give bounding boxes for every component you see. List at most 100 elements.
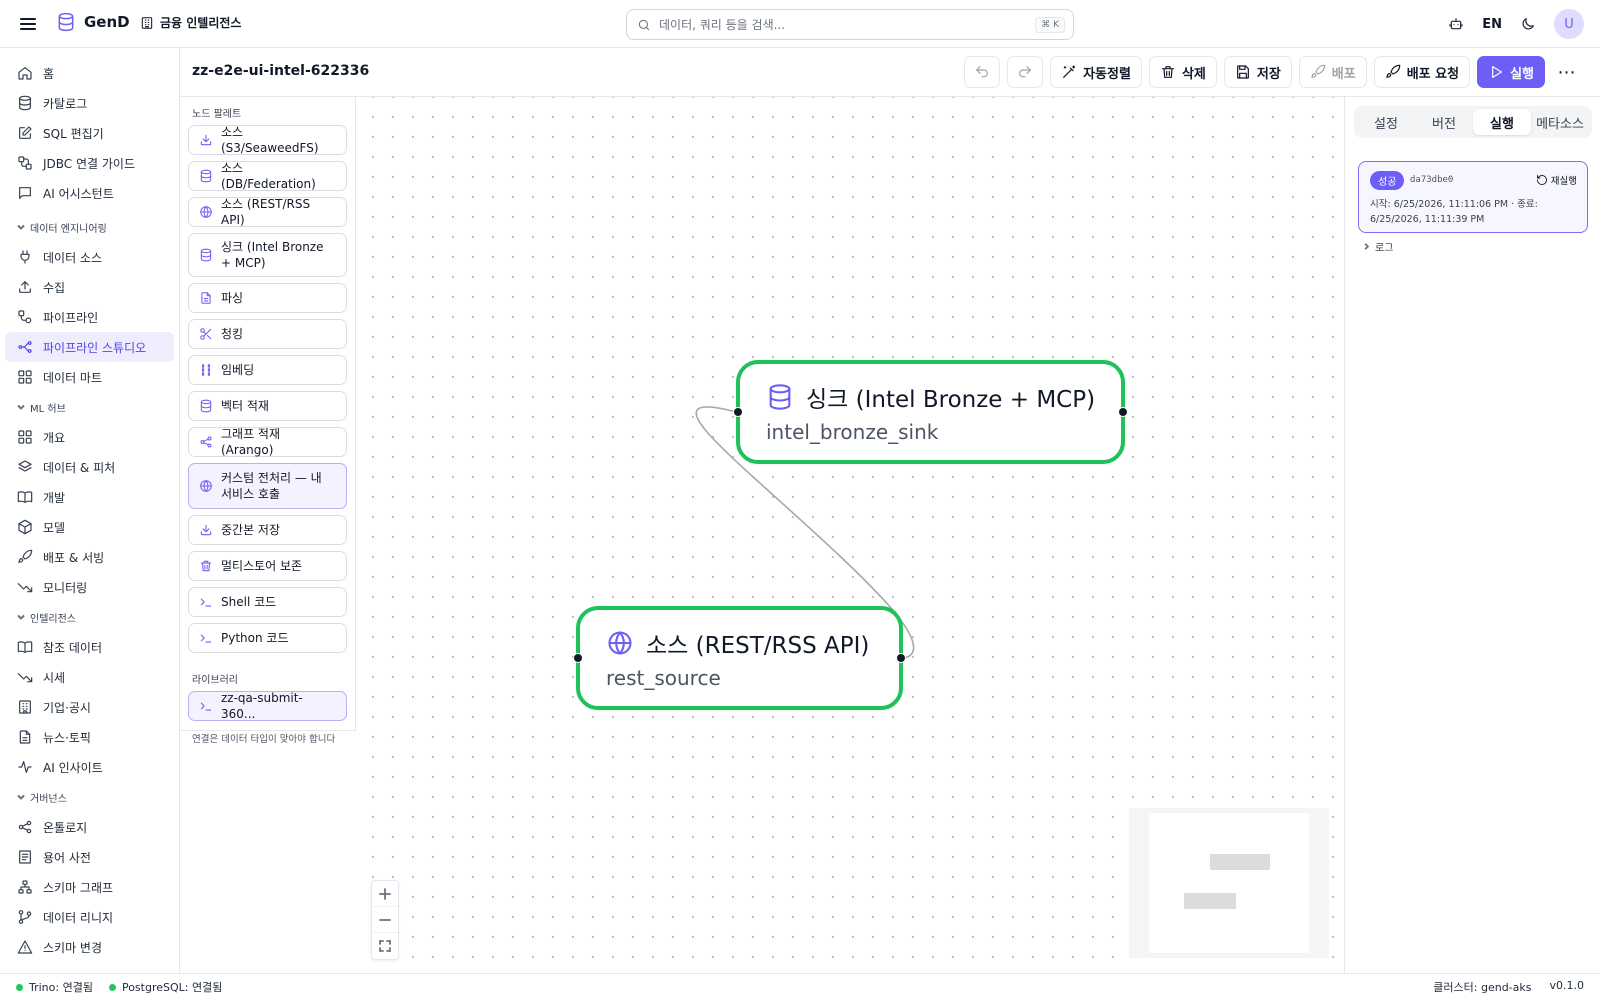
- button-label: 배포: [1331, 66, 1356, 82]
- avatar[interactable]: U: [1554, 9, 1584, 39]
- sidebar-item-sql-editor[interactable]: SQL 편집기: [5, 118, 174, 148]
- palette-item-source-rest[interactable]: 소스 (REST/RSS API): [188, 197, 347, 227]
- node-palette: 노드 팔레트 소스 (S3/SeaweedFS) 소스 (DB/Federati…: [180, 97, 356, 745]
- tab-settings[interactable]: 설정: [1357, 109, 1415, 135]
- palette-item-source-s3[interactable]: 소스 (S3/SeaweedFS): [188, 125, 347, 155]
- undo-button[interactable]: [964, 56, 1001, 88]
- sidebar-item-news-topics[interactable]: 뉴스·토픽: [5, 722, 174, 752]
- sidebar-item-home[interactable]: 홈: [5, 58, 174, 88]
- sidebar-item-companies[interactable]: 기업·공시: [5, 692, 174, 722]
- status-badge: 성공: [1370, 171, 1405, 190]
- sidebar-item-label: 용어 사전: [43, 850, 91, 865]
- sidebar-item-ai-insights[interactable]: AI 인사이트: [5, 752, 174, 782]
- sidebar-item-pipeline-studio[interactable]: 파이프라인 스튜디오: [5, 332, 174, 362]
- sidebar-item-jdbc-guide[interactable]: JDBC 연결 가이드: [5, 148, 174, 178]
- palette-item-python-code[interactable]: Python 코드: [188, 623, 347, 653]
- sidebar-section-ml-hub[interactable]: ML 허브: [0, 392, 179, 422]
- palette-item-sink-intel[interactable]: 싱크 (Intel Bronze + MCP): [188, 233, 347, 277]
- palette-item-chunking[interactable]: 청킹: [188, 319, 347, 349]
- search-input[interactable]: [659, 17, 1036, 32]
- sidebar-item-label: 참조 데이터: [43, 640, 103, 655]
- sidebar-section-governance[interactable]: 거버넌스: [0, 782, 179, 812]
- sidebar-item-glossary[interactable]: 용어 사전: [5, 842, 174, 872]
- input-handle[interactable]: [573, 653, 583, 663]
- palette-item-vector-load[interactable]: 벡터 적재: [188, 391, 347, 421]
- rerun-button[interactable]: 재실행: [1536, 173, 1577, 187]
- sidebar-item-ontology[interactable]: 온톨로지: [5, 812, 174, 842]
- delete-button[interactable]: 삭제: [1148, 56, 1217, 88]
- zoom-in-button[interactable]: [372, 881, 398, 907]
- link-icon: [17, 155, 33, 171]
- palette-item-multistore-retention[interactable]: 멀티스토어 보존: [188, 551, 347, 581]
- database-icon: [199, 399, 213, 413]
- redo-button[interactable]: [1007, 56, 1044, 88]
- menu-icon[interactable]: [18, 14, 38, 34]
- tab-runs[interactable]: 실행: [1473, 109, 1531, 135]
- palette-item-custom-preprocess[interactable]: 커스텀 전처리 — 내 서비스 호출: [188, 463, 347, 509]
- sidebar-item-deploy-serving[interactable]: 배포 & 서빙: [5, 542, 174, 572]
- sidebar-item-data-lineage[interactable]: 데이터 리니지: [5, 902, 174, 932]
- section-title: ML 허브: [30, 403, 66, 415]
- sidebar-item-schema-graph[interactable]: 스키마 그래프: [5, 872, 174, 902]
- input-handle[interactable]: [733, 407, 743, 417]
- bot-icon[interactable]: [1448, 16, 1464, 32]
- sidebar-item-catalog[interactable]: 카탈로그: [5, 88, 174, 118]
- moon-icon[interactable]: [1520, 16, 1536, 32]
- pipeline-canvas[interactable]: 싱크 (Intel Bronze + MCP) intel_bronze_sin…: [357, 97, 1344, 973]
- sidebar-item-data-sources[interactable]: 데이터 소스: [5, 242, 174, 272]
- sidebar-item-schema-changes[interactable]: 스키마 변경: [5, 932, 174, 962]
- section-title: 데이터 엔지니어링: [30, 223, 107, 235]
- autolayout-button[interactable]: 자동정렬: [1050, 56, 1142, 88]
- palette-item-source-db[interactable]: 소스 (DB/Federation): [188, 161, 347, 191]
- chevron-down-icon: [16, 612, 26, 622]
- sidebar-item-label: 온톨로지: [43, 820, 88, 835]
- global-search[interactable]: ⌘ K: [626, 9, 1074, 40]
- language-toggle[interactable]: EN: [1482, 17, 1502, 32]
- sidebar-item-models[interactable]: 모델: [5, 512, 174, 542]
- run-button[interactable]: 실행: [1477, 56, 1545, 88]
- minimap[interactable]: [1129, 808, 1329, 958]
- palette-item-graph-load[interactable]: 그래프 적재 (Arango): [188, 427, 347, 457]
- scissors-icon: [199, 327, 213, 341]
- library-item[interactable]: zz-qa-submit-360...: [188, 691, 347, 721]
- sidebar-item-data-mart[interactable]: 데이터 마트: [5, 362, 174, 392]
- output-handle[interactable]: [1118, 407, 1128, 417]
- tab-meta-sources[interactable]: 메타소스: [1531, 109, 1589, 135]
- minimap-node: [1184, 893, 1236, 909]
- palette-item-parsing[interactable]: 파싱: [188, 283, 347, 313]
- redo-icon: [1017, 64, 1033, 80]
- output-handle[interactable]: [896, 653, 906, 663]
- deploy-button[interactable]: 배포: [1298, 56, 1367, 88]
- node-rest-source[interactable]: 소스 (REST/RSS API) rest_source: [573, 606, 906, 710]
- node-intel-bronze-sink[interactable]: 싱크 (Intel Bronze + MCP) intel_bronze_sin…: [733, 360, 1128, 464]
- sidebar-item-overview[interactable]: 개요: [5, 422, 174, 452]
- sidebar-item-label: 모델: [43, 520, 66, 535]
- palette-item-label: 싱크 (Intel Bronze + MCP): [221, 240, 324, 270]
- zoom-out-button[interactable]: [372, 907, 398, 933]
- sidebar-section-intelligence[interactable]: 인텔리전스: [0, 602, 179, 632]
- run-card[interactable]: 성공 da73dbe0 재실행 시작: 6/25/2026, 11:11:06 …: [1358, 161, 1588, 233]
- trend-icon: [17, 579, 33, 595]
- palette-item-embedding[interactable]: 임베딩: [188, 355, 347, 385]
- sidebar-item-ai-assistant[interactable]: AI 어시스턴트: [5, 178, 174, 208]
- sidebar-item-data-features[interactable]: 데이터 & 피처: [5, 452, 174, 482]
- save-button[interactable]: 저장: [1223, 56, 1292, 88]
- sidebar-item-ingestion[interactable]: 수집: [5, 272, 174, 302]
- workspace-selector[interactable]: 금융 인텔리전스: [140, 14, 241, 31]
- app-logo[interactable]: GenD: [56, 12, 130, 32]
- palette-item-intermediate-save[interactable]: 중간본 저장: [188, 515, 347, 545]
- trino-status: Trino: 연결됨: [16, 979, 93, 995]
- log-toggle[interactable]: 로그: [1362, 239, 1393, 254]
- sidebar-item-development[interactable]: 개발: [5, 482, 174, 512]
- fit-view-button[interactable]: [372, 933, 398, 959]
- more-options-button[interactable]: ⋯: [1552, 56, 1582, 88]
- sidebar-item-quotes[interactable]: 시세: [5, 662, 174, 692]
- postgres-status: PostgreSQL: 연결됨: [108, 979, 222, 995]
- sidebar-item-reference-data[interactable]: 참조 데이터: [5, 632, 174, 662]
- sidebar-item-monitoring[interactable]: 모니터링: [5, 572, 174, 602]
- tab-versions[interactable]: 버전: [1415, 109, 1473, 135]
- palette-item-shell-code[interactable]: Shell 코드: [188, 587, 347, 617]
- sidebar-section-data-engineering[interactable]: 데이터 엔지니어링: [0, 212, 179, 242]
- deploy-request-button[interactable]: 배포 요청: [1373, 56, 1471, 88]
- sidebar-item-pipelines[interactable]: 파이프라인: [5, 302, 174, 332]
